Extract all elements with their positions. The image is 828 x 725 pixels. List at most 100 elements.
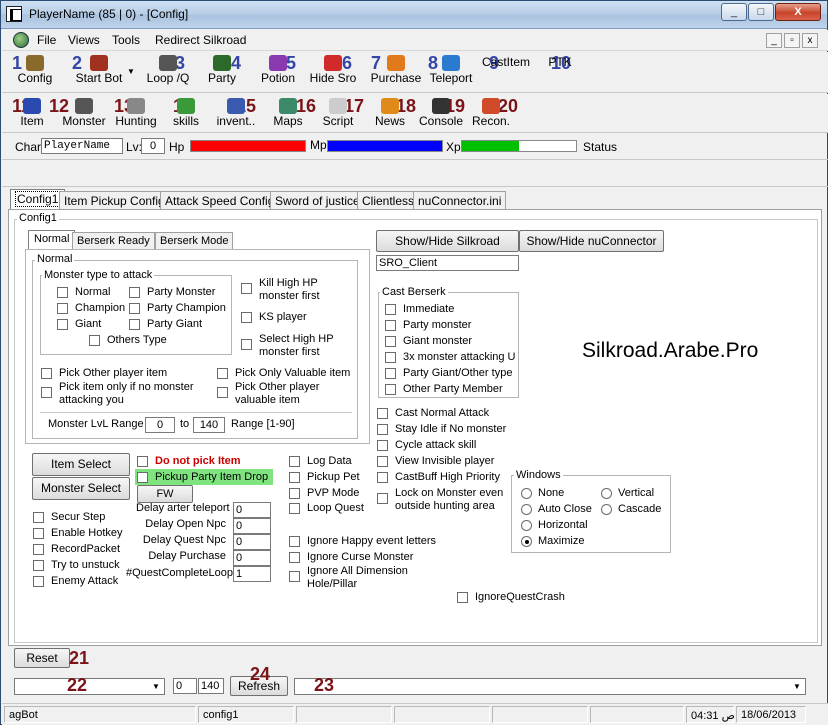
tab-nuconnector-ini[interactable]: nuConnector.ini <box>413 191 507 210</box>
checkbox-berserk-party-monster-label: Party monster <box>403 319 472 331</box>
toolbar-button-invent[interactable]: invent.. <box>214 98 258 128</box>
toolbar-button-purchase[interactable]: Purchase <box>368 55 424 85</box>
checkbox-pickup-pet-label: Pickup Pet <box>307 471 360 483</box>
tab-clientless[interactable]: Clientless <box>357 191 420 210</box>
radio-cascade-label: Cascade <box>618 503 662 515</box>
item-select-button[interactable]: Item Select <box>32 453 130 476</box>
bottom-field-2[interactable]: 140 <box>198 678 224 694</box>
char-name-field[interactable]: PlayerName <box>41 138 123 154</box>
show-hide-nuconnector-button[interactable]: Show/Hide nuConnector <box>519 230 664 252</box>
tab-config1[interactable]: Config1 <box>10 189 66 210</box>
mdi-child-icon[interactable] <box>13 32 29 48</box>
toolbar-button-maps[interactable]: Maps <box>270 98 306 128</box>
toolbar-button-console[interactable]: Console <box>416 98 466 128</box>
toolbar-button-ptk[interactable]: PTK <box>542 55 578 69</box>
left-combo[interactable]: ▼ <box>14 678 165 695</box>
toolbar-button-loop-q[interactable]: Loop /Q <box>142 55 194 85</box>
toolbar-label-ptk: PTK <box>548 55 572 69</box>
toolbar-label-loop-q: Loop /Q <box>146 71 190 85</box>
level-field[interactable]: 0 <box>141 138 165 154</box>
quest-complete-loop-field[interactable]: 1 <box>233 566 271 582</box>
chevron-down-icon[interactable]: ▼ <box>149 680 163 693</box>
client-name-field[interactable]: SRO_Client <box>376 255 519 271</box>
mdi-close-button[interactable]: x <box>802 33 818 48</box>
minimize-button[interactable]: _ <box>721 3 747 21</box>
close-button[interactable]: X <box>775 3 821 21</box>
checkbox-ignore-happy-event-label: Ignore Happy event letters <box>307 535 437 547</box>
start-bot-dropdown-arrow[interactable]: ▼ <box>127 67 135 76</box>
toolbar-button-skills[interactable]: skills <box>168 98 204 128</box>
toolbar-button-castitem[interactable]: CastItem <box>480 55 532 69</box>
toolbar-button-party[interactable]: Party <box>202 55 242 85</box>
toolbar-button-hide-sro[interactable]: Hide Sro <box>306 55 360 85</box>
status-label: Status <box>583 140 618 154</box>
windows-group-label: Windows <box>514 469 563 481</box>
maximize-button[interactable]: □ <box>748 3 774 21</box>
toolbar-button-news[interactable]: News <box>370 98 410 128</box>
delay-open-npc-field[interactable]: 0 <box>233 518 271 534</box>
checkbox-stay-idle-label: Stay Idle if No monster <box>395 423 507 435</box>
toolbar-button-config[interactable]: Config <box>10 55 60 85</box>
toolbar-button-recon[interactable]: Recon. <box>470 98 512 128</box>
menu-file[interactable]: File <box>37 33 56 47</box>
toolbar-button-hunting[interactable]: Hunting <box>110 98 162 128</box>
config-icon <box>26 55 44 71</box>
mdi-minimize-button[interactable]: _ <box>766 33 782 48</box>
tab-sword-of-justice[interactable]: Sword of justice <box>270 191 365 210</box>
reset-button[interactable]: Reset <box>14 648 70 668</box>
monster-select-button[interactable]: Monster Select <box>32 477 130 500</box>
toolbar-main: 1 Config 2 Start Bot 3 Loop /Q 4 Party 5 Potion 6 H… <box>2 52 828 92</box>
delay-open-npc-label: Delay Open Npc <box>145 518 226 530</box>
char-separator <box>2 159 828 160</box>
tab-attack-speed-config[interactable]: Attack Speed Config <box>160 191 280 210</box>
menu-bar: File Views Tools Redirect Silkroad <box>2 30 828 51</box>
toolbar-button-potion[interactable]: Potion <box>256 55 300 85</box>
checkbox-giant-monster-label: Giant monster <box>403 335 473 347</box>
toolbar-button-item[interactable]: Item <box>12 98 52 128</box>
subtab-berserk-ready[interactable]: Berserk Ready <box>72 232 155 250</box>
fw-button[interactable]: FW <box>137 485 193 503</box>
right-combo[interactable]: ▼ <box>294 678 806 695</box>
tab-item-pickup-config[interactable]: Item Pickup Config <box>59 191 170 210</box>
toolbar-button-teleport[interactable]: Teleport <box>426 55 476 85</box>
recon-icon <box>482 98 500 114</box>
tab-config1-label: Config1 <box>15 191 61 207</box>
status-cell-6 <box>590 706 684 723</box>
checkbox-record-packet-label: RecordPacket <box>51 543 121 555</box>
chevron-down-icon[interactable]: ▼ <box>790 680 804 693</box>
toolbar-button-start-bot[interactable]: Start Bot <box>70 55 128 85</box>
skills-icon <box>177 98 195 114</box>
watermark-text: Silkroad.Arabe.Pro <box>582 339 759 362</box>
menu-tools[interactable]: Tools <box>112 33 140 47</box>
toolbar-label-news: News <box>374 114 405 128</box>
checkbox-pick-only-valuable-label: Pick Only Valuable item <box>235 367 351 379</box>
lvl-to-field[interactable]: 140 <box>193 417 225 433</box>
lvl-from-field[interactable]: 0 <box>145 417 175 433</box>
delay-purchase-field[interactable]: 0 <box>233 550 271 566</box>
lvl-to-label: to <box>180 418 190 430</box>
delay-quest-npc-field[interactable]: 0 <box>233 534 271 550</box>
toolbar-button-script[interactable]: Script <box>318 98 358 128</box>
show-hide-silkroad-button[interactable]: Show/Hide Silkroad <box>376 230 519 252</box>
potion-icon <box>269 55 287 71</box>
toolbar-label-purchase: Purchase <box>370 71 422 85</box>
subtab-berserk-mode[interactable]: Berserk Mode <box>155 232 234 250</box>
annotation-21: 21 <box>69 648 90 668</box>
title-bar[interactable]: PlayerName (85 | 0) - [Config] _ □ X <box>1 1 827 29</box>
checkbox-cast-normal-attack-label: Cast Normal Attack <box>395 407 490 419</box>
checkbox-log-data-label: Log Data <box>307 455 352 467</box>
teleport-icon <box>442 55 460 71</box>
toolbar-label-invent: invent.. <box>216 114 256 128</box>
menu-redirect-silkroad[interactable]: Redirect Silkroad <box>155 33 246 47</box>
toolbar-label-monster: Monster <box>62 114 106 128</box>
checkbox-pick-other-valuable-label: Pick Other player valuable item <box>235 381 320 406</box>
normal-group-label: Normal <box>35 253 75 265</box>
bottom-field-1[interactable]: 0 <box>173 678 197 694</box>
toolbar-button-monster[interactable]: Monster <box>58 98 110 128</box>
menu-views[interactable]: Views <box>68 33 100 47</box>
script-icon <box>329 98 347 114</box>
mdi-restore-button[interactable]: ▫ <box>784 33 800 48</box>
subtab-normal[interactable]: Normal <box>28 230 76 250</box>
quest-complete-loop-label: #QuestCompleteLoop <box>126 567 234 579</box>
delay-teleport-field[interactable]: 0 <box>233 502 271 518</box>
